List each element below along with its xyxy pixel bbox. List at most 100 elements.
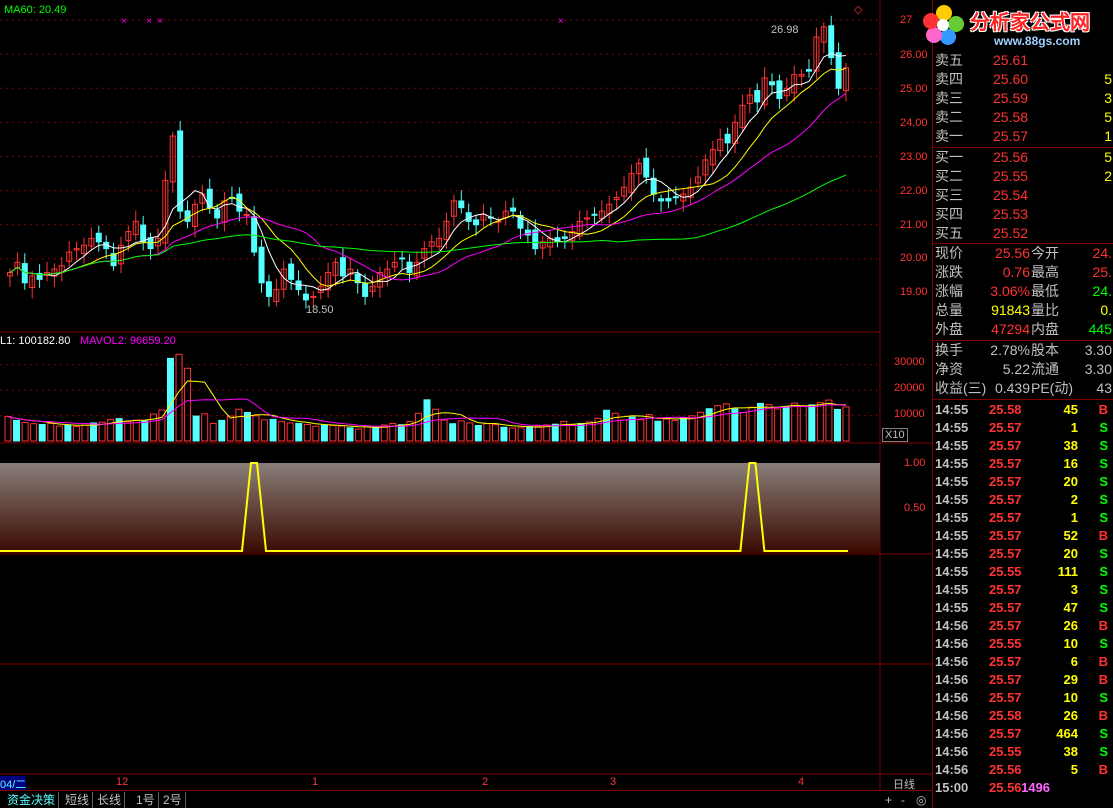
candle-body <box>665 197 672 202</box>
volume-bar <box>620 419 628 442</box>
price-tick: 26.00 <box>900 49 928 61</box>
tick-price: 25.57 <box>989 672 1022 687</box>
tick-direction: S <box>1099 636 1108 651</box>
tab-capital-decision[interactable]: 资金决策 <box>4 792 60 808</box>
tick-time: 14:55 <box>935 600 969 615</box>
sell-price: 25.59 <box>993 90 1029 106</box>
volume-bar <box>55 425 63 442</box>
tick-volume: 3 <box>1070 582 1078 597</box>
tick-row: 14:55 25.57 20 S <box>933 473 1113 491</box>
kline-chart-svg[interactable]: × × × × <box>0 0 932 808</box>
buy-order-row: 买三 25.54 <box>933 186 1113 205</box>
date-label: 12 <box>116 776 129 788</box>
zoom-out-icon[interactable]: - <box>898 792 908 808</box>
tick-volume: 38 <box>1063 744 1078 759</box>
tick-time: 14:55 <box>935 546 969 561</box>
buy-level-label: 买一 <box>935 149 963 165</box>
tick-direction: B <box>1098 762 1108 777</box>
tab-no-1[interactable]: 1号 <box>133 792 159 808</box>
vol-tick: 30000 <box>894 356 925 368</box>
date-label: 4 <box>798 776 805 788</box>
tick-volume: 45 <box>1063 402 1078 417</box>
volume-bar <box>414 412 422 442</box>
volume-bar <box>21 421 29 442</box>
stat-label: 收益(三) <box>935 380 987 396</box>
candle-body <box>265 281 272 297</box>
tick-direction: B <box>1098 528 1108 543</box>
logo-url: www.88gs.com <box>994 34 1081 48</box>
stat-value: 0.439 <box>994 380 1030 396</box>
tick-direction: S <box>1099 492 1108 507</box>
volume-bar <box>295 422 303 442</box>
volume-bar <box>774 408 782 442</box>
ma60-label: MA60: 20.49 <box>4 4 67 16</box>
vol-ma-label-2: MAVOL2: 96659.20 <box>80 335 176 347</box>
tick-volume: 1 <box>1070 510 1078 525</box>
volume-bar <box>637 419 645 442</box>
zoom-in-icon[interactable]: + <box>882 792 895 808</box>
candle-body <box>399 257 406 260</box>
volume-bar <box>303 423 311 442</box>
tick-direction: S <box>1099 474 1108 489</box>
stat-value: 445 <box>1088 321 1112 337</box>
tab-long-line[interactable]: 长线 <box>94 792 126 808</box>
signal-marker: × <box>558 16 564 27</box>
tick-time: 14:56 <box>935 744 969 759</box>
stat-label: 外盘 <box>935 321 963 337</box>
volume-bar <box>688 415 696 442</box>
sell-level-label: 卖四 <box>935 71 963 87</box>
stat-label: 最高 <box>1031 264 1059 280</box>
volume-bar <box>551 423 559 442</box>
diamond-icon[interactable]: ◇ <box>854 3 862 16</box>
buy-level-label: 买二 <box>935 168 963 184</box>
tick-price: 25.57 <box>989 510 1022 525</box>
tab-short-line[interactable]: 短线 <box>62 792 94 808</box>
stat-value: 3.06% <box>990 283 1030 299</box>
reset-icon[interactable]: ◎ <box>913 792 929 808</box>
volume-bar <box>833 408 841 442</box>
stat-row: 总量 91843 量比 0. <box>933 301 1113 320</box>
volume-bar <box>47 422 55 442</box>
tick-volume: 1 <box>1070 420 1078 435</box>
volume-bar <box>466 422 474 442</box>
tick-direction: S <box>1099 744 1108 759</box>
volume-bar <box>791 402 799 442</box>
sell-price: 25.57 <box>993 128 1029 144</box>
volume-bar <box>184 367 192 442</box>
signal-marker: × <box>146 16 152 27</box>
buy-level-label: 买三 <box>935 187 963 203</box>
tick-direction: B <box>1098 708 1108 723</box>
candle-body <box>258 246 265 284</box>
candle-body <box>584 217 591 220</box>
tick-row: 14:55 25.57 1 S <box>933 419 1113 437</box>
volume-bar <box>782 406 790 442</box>
volume-bar <box>124 421 132 442</box>
volume-bar <box>329 424 337 442</box>
candle-body <box>510 207 517 212</box>
tick-time: 14:55 <box>935 402 969 417</box>
tick-time: 15:00 <box>935 780 969 795</box>
tick-price: 25.57 <box>989 582 1022 597</box>
volume-bar <box>577 422 585 442</box>
buy-level-label: 买四 <box>935 206 963 222</box>
tick-row: 14:56 25.55 10 S <box>933 635 1113 653</box>
tick-time: 14:55 <box>935 528 969 543</box>
volume-bar <box>355 428 363 442</box>
tab-no-2[interactable]: 2号 <box>160 792 186 808</box>
volume-bar <box>278 421 286 442</box>
volume-bar <box>628 416 636 442</box>
kline-chart-area[interactable]: × × × × MA60: 20.49 26.98 18.50 ◇ 27 26.00 … <box>0 0 932 808</box>
candle-body <box>214 209 221 219</box>
price-tick: 27 <box>900 14 913 26</box>
sell-volume: 5 <box>1104 71 1112 87</box>
tick-time: 14:56 <box>935 690 969 705</box>
candle-body <box>251 216 258 253</box>
sell-order-row: 卖一 25.57 1 <box>933 127 1113 146</box>
tick-time: 14:56 <box>935 618 969 633</box>
volume-bar <box>440 419 448 442</box>
candle-body <box>288 263 295 280</box>
buy-level-label: 买五 <box>935 225 963 241</box>
volume-bar <box>337 425 345 442</box>
tick-price: 25.57 <box>989 546 1022 561</box>
stat-value: 0. <box>1100 302 1112 318</box>
